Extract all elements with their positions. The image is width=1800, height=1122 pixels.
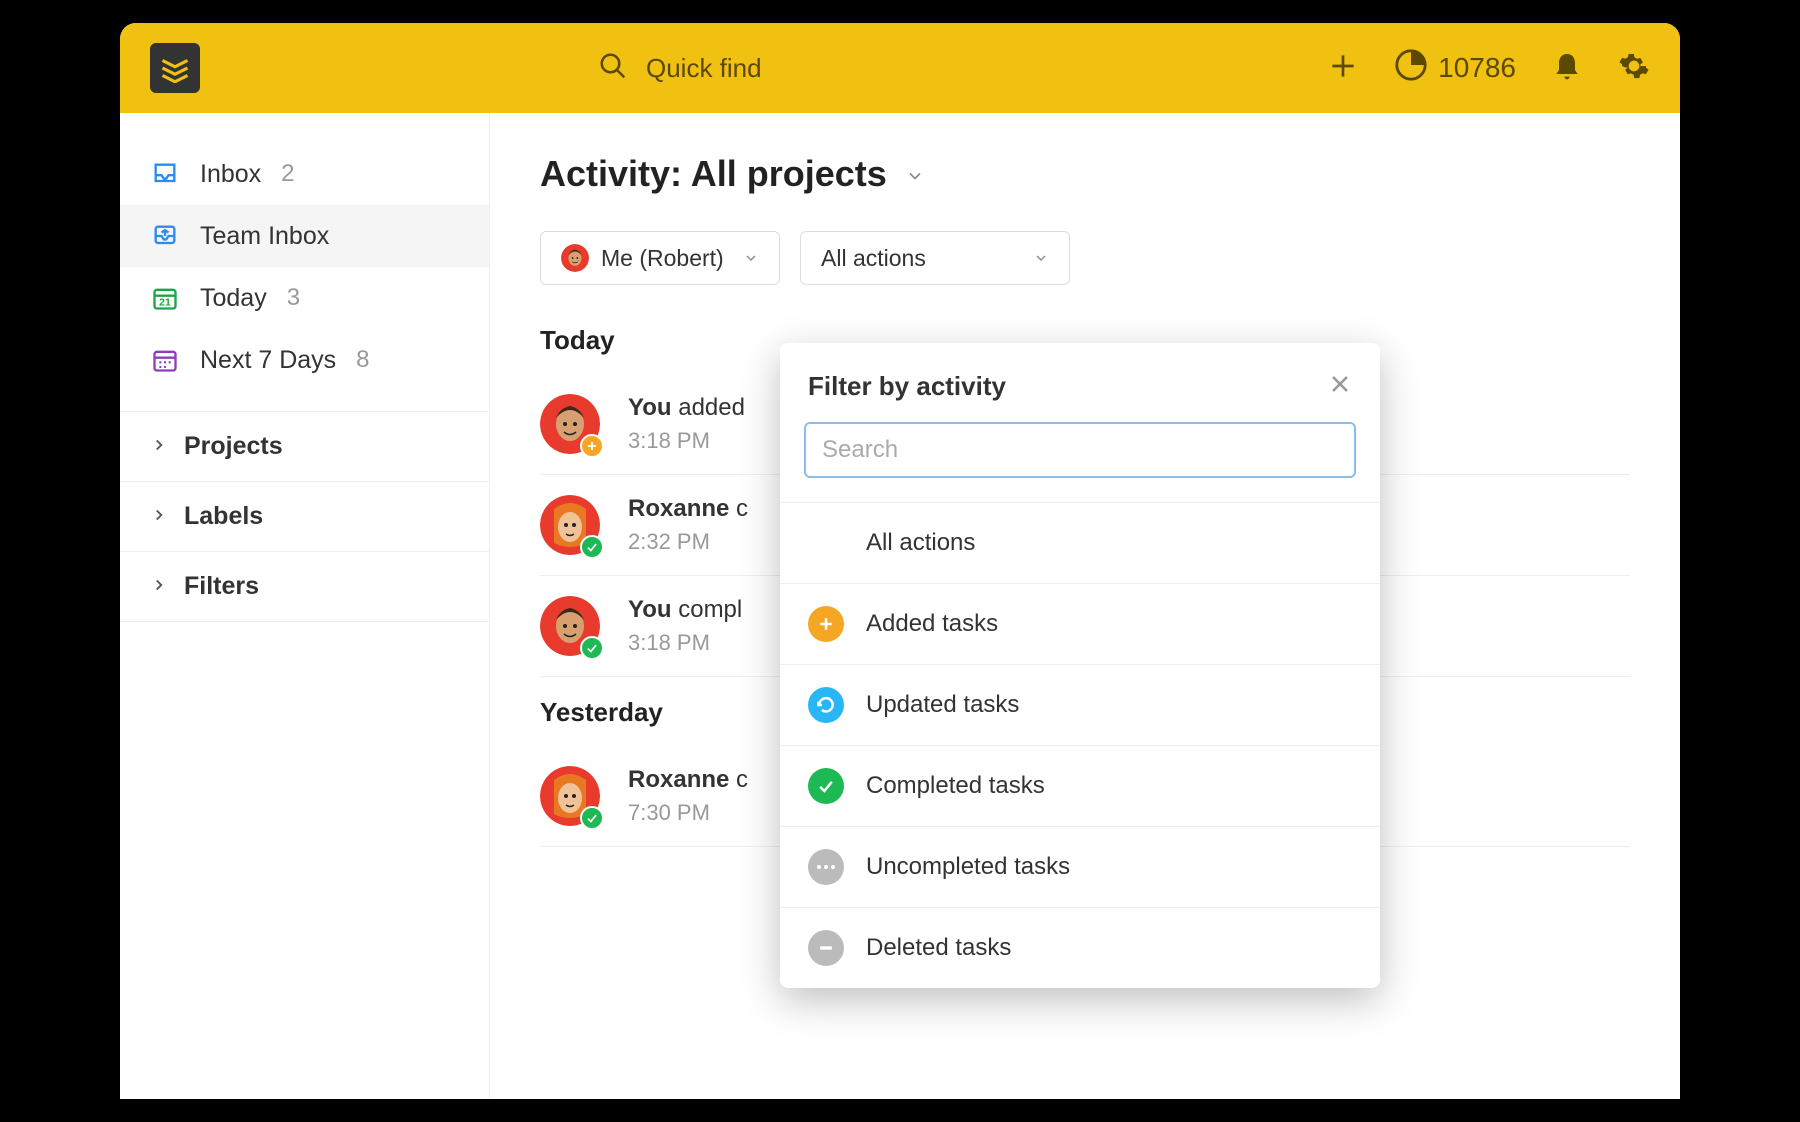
main-content: Activity: All projects Me (Robert) All a… bbox=[490, 113, 1680, 1099]
topbar: Quick find 10786 bbox=[120, 23, 1680, 113]
added-icon bbox=[808, 606, 844, 642]
search-label: Quick find bbox=[646, 53, 762, 84]
filter-user-label: Me (Robert) bbox=[601, 245, 724, 272]
sidebar-item-team-inbox[interactable]: Team Inbox bbox=[120, 205, 489, 267]
app-logo[interactable] bbox=[150, 43, 200, 93]
popover-title: Filter by activity bbox=[808, 371, 1006, 402]
completed-icon bbox=[808, 768, 844, 804]
add-icon[interactable] bbox=[1327, 50, 1359, 87]
close-icon[interactable] bbox=[1328, 372, 1352, 401]
sidebar-item-next-7-days[interactable]: Next 7 Days 8 bbox=[120, 329, 489, 391]
top-actions: 10786 bbox=[1327, 48, 1650, 89]
popover-search-input[interactable] bbox=[804, 422, 1356, 478]
filter-actions-label: All actions bbox=[821, 245, 926, 272]
section-label: Labels bbox=[184, 502, 263, 531]
sidebar-item-label: Next 7 Days bbox=[200, 346, 336, 375]
page-title-row[interactable]: Activity: All projects bbox=[540, 153, 1630, 195]
none-icon bbox=[808, 525, 844, 561]
sidebar-item-count: 3 bbox=[287, 284, 300, 312]
updated-icon bbox=[808, 687, 844, 723]
activity-time: 3:18 PM bbox=[628, 428, 745, 454]
activity-text: You compl bbox=[628, 596, 742, 624]
avatar bbox=[540, 495, 600, 555]
sidebar-section-filters[interactable]: Filters bbox=[120, 552, 489, 622]
sidebar-item-label: Inbox bbox=[200, 160, 261, 189]
filter-activity-popover: Filter by activity All actions Added tas… bbox=[780, 343, 1380, 988]
sidebar-item-label: Today bbox=[200, 284, 267, 313]
activity-text: Roxanne c bbox=[628, 495, 748, 523]
avatar bbox=[540, 766, 600, 826]
chevron-down-icon bbox=[743, 245, 759, 272]
page-title: Activity: All projects bbox=[540, 153, 887, 195]
notifications-icon[interactable] bbox=[1551, 50, 1583, 87]
sidebar: Inbox 2 Team Inbox 21 Today 3 Next 7 Day… bbox=[120, 113, 490, 1099]
chevron-right-icon bbox=[150, 572, 168, 601]
karma-value: 10786 bbox=[1438, 52, 1516, 84]
popover-item-label: Completed tasks bbox=[866, 772, 1045, 800]
avatar bbox=[561, 244, 589, 272]
section-label: Filters bbox=[184, 572, 259, 601]
activity-text: You added bbox=[628, 394, 745, 422]
sidebar-section-labels[interactable]: Labels bbox=[120, 482, 489, 552]
chevron-right-icon bbox=[150, 502, 168, 531]
plus-icon bbox=[580, 434, 604, 458]
check-icon bbox=[580, 636, 604, 660]
search-icon bbox=[598, 51, 628, 86]
activity-text: Roxanne c bbox=[628, 766, 748, 794]
svg-text:21: 21 bbox=[159, 297, 171, 309]
chevron-right-icon bbox=[150, 432, 168, 461]
settings-icon[interactable] bbox=[1618, 50, 1650, 87]
today-icon: 21 bbox=[150, 283, 180, 313]
sidebar-item-label: Team Inbox bbox=[200, 222, 329, 251]
activity-time: 3:18 PM bbox=[628, 630, 742, 656]
check-icon bbox=[580, 535, 604, 559]
sidebar-item-inbox[interactable]: Inbox 2 bbox=[120, 143, 489, 205]
sidebar-item-count: 8 bbox=[356, 346, 369, 374]
sidebar-item-today[interactable]: 21 Today 3 bbox=[120, 267, 489, 329]
inbox-icon bbox=[150, 159, 180, 189]
popover-item-label: All actions bbox=[866, 529, 975, 557]
quick-find[interactable]: Quick find bbox=[598, 51, 1309, 86]
filter-actions-dropdown[interactable]: All actions bbox=[800, 231, 1070, 285]
karma-points[interactable]: 10786 bbox=[1394, 48, 1516, 89]
uncompleted-icon bbox=[808, 849, 844, 885]
section-label: Projects bbox=[184, 432, 283, 461]
chevron-down-icon bbox=[905, 153, 925, 195]
popover-item-label: Deleted tasks bbox=[866, 934, 1011, 962]
filter-row: Me (Robert) All actions bbox=[540, 231, 1630, 285]
avatar bbox=[540, 596, 600, 656]
popover-item-label: Added tasks bbox=[866, 610, 998, 638]
activity-time: 7:30 PM bbox=[628, 800, 748, 826]
deleted-icon bbox=[808, 930, 844, 966]
avatar bbox=[540, 394, 600, 454]
popover-item-none[interactable]: All actions bbox=[780, 503, 1380, 584]
team-inbox-icon bbox=[150, 221, 180, 251]
popover-item-label: Updated tasks bbox=[866, 691, 1019, 719]
popover-item-deleted[interactable]: Deleted tasks bbox=[780, 908, 1380, 988]
popover-item-completed[interactable]: Completed tasks bbox=[780, 746, 1380, 827]
chevron-down-icon bbox=[1033, 245, 1049, 272]
app-window: Quick find 10786 Inbox 2 Team Inbox 21 T… bbox=[120, 23, 1680, 1099]
calendar-icon bbox=[150, 345, 180, 375]
sidebar-item-count: 2 bbox=[281, 160, 294, 188]
activity-time: 2:32 PM bbox=[628, 529, 748, 555]
check-icon bbox=[580, 806, 604, 830]
popover-item-added[interactable]: Added tasks bbox=[780, 584, 1380, 665]
karma-icon bbox=[1394, 48, 1428, 89]
sidebar-section-projects[interactable]: Projects bbox=[120, 411, 489, 482]
popover-item-label: Uncompleted tasks bbox=[866, 853, 1070, 881]
filter-user-dropdown[interactable]: Me (Robert) bbox=[540, 231, 780, 285]
popover-item-uncompleted[interactable]: Uncompleted tasks bbox=[780, 827, 1380, 908]
popover-item-updated[interactable]: Updated tasks bbox=[780, 665, 1380, 746]
